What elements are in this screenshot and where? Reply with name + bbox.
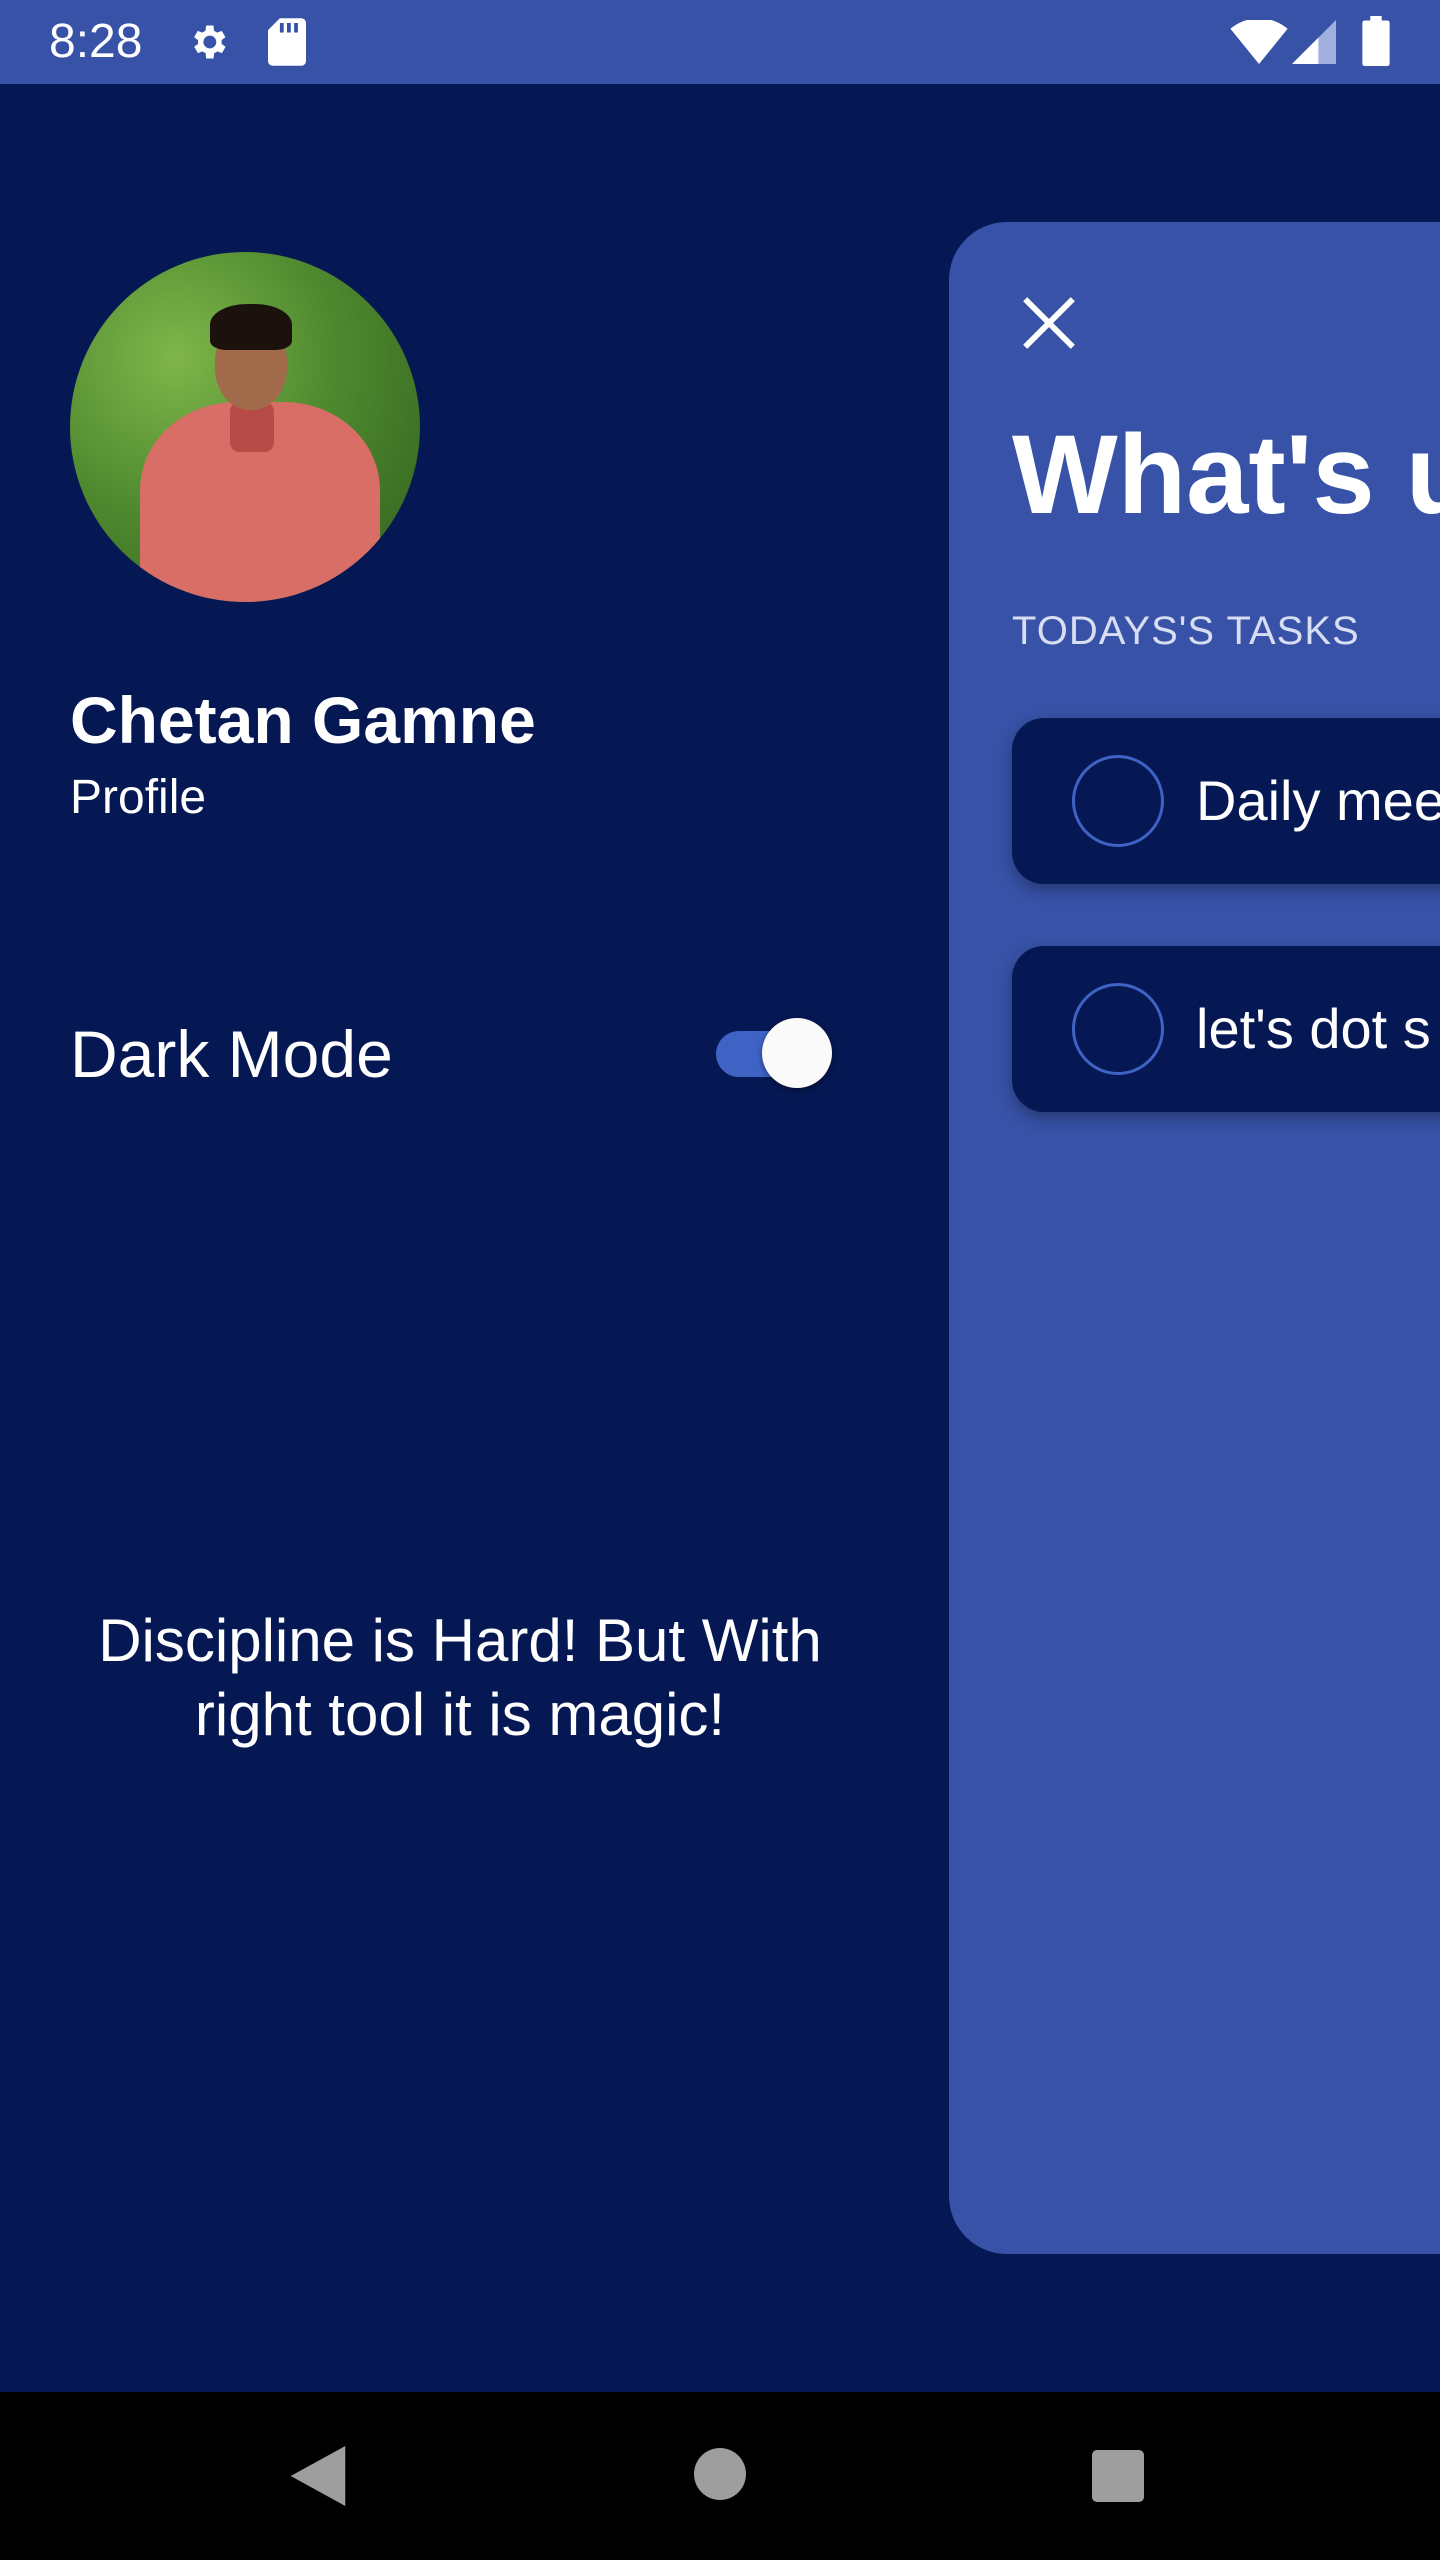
status-bar: 8:28 [0, 0, 1440, 84]
dark-mode-label: Dark Mode [70, 1017, 393, 1091]
battery-icon [1362, 16, 1390, 66]
profile-link[interactable]: Profile [70, 768, 206, 828]
app-root: 8:28 Chetan Gamne Profile Dark Mode Disc… [0, 0, 1440, 2560]
avatar[interactable] [70, 252, 420, 602]
close-icon[interactable] [1020, 294, 1078, 352]
task-checkbox[interactable] [1072, 755, 1164, 847]
tasks-section-header: TODAYS'S TASKS [1012, 609, 1360, 653]
page-title: What's up [1012, 412, 1440, 537]
signal-icon [1292, 20, 1336, 64]
task-text: let's dot s [1196, 997, 1431, 1060]
profile-name: Chetan Gamne [70, 683, 536, 757]
gear-icon [194, 25, 226, 59]
dark-mode-toggle[interactable] [716, 1018, 832, 1088]
status-time: 8:28 [49, 15, 143, 68]
task-card[interactable]: let's dot s [1012, 946, 1440, 1112]
task-checkbox[interactable] [1072, 983, 1164, 1075]
task-text: Daily meet [1196, 769, 1440, 832]
wifi-icon [1230, 20, 1288, 64]
quote-text: Discipline is Hard! But With right tool … [98, 1607, 822, 1748]
task-card[interactable]: Daily meet [1012, 718, 1440, 884]
home-icon[interactable] [694, 2448, 746, 2500]
recent-apps-icon[interactable] [1092, 2450, 1144, 2502]
toggle-thumb [762, 1018, 832, 1088]
avatar-hair-shape [210, 304, 292, 350]
back-icon[interactable] [290, 2446, 346, 2506]
sd-card-icon [268, 18, 306, 66]
